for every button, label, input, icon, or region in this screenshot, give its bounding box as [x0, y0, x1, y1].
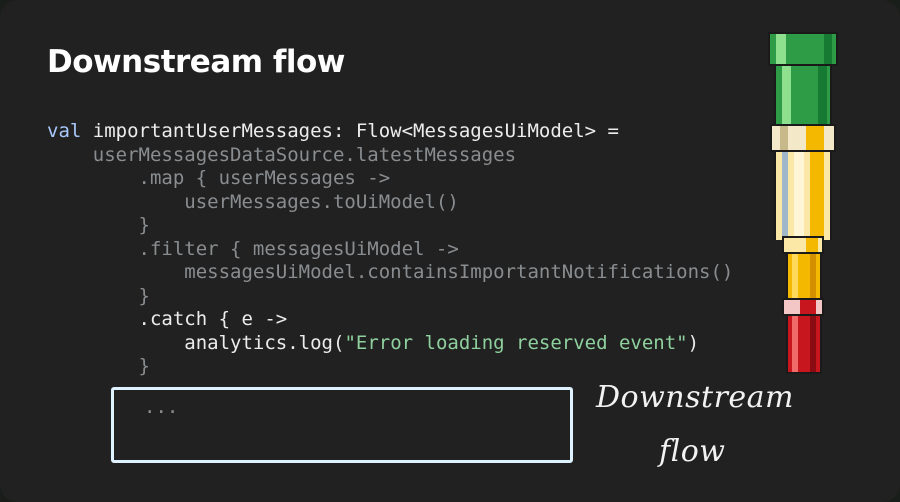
- code-line-4: userMessages.toUiModel(): [47, 191, 733, 215]
- code-line-6: .filter { messagesUiModel ->: [47, 238, 733, 262]
- map-body: userMessages.toUiModel(): [184, 190, 459, 213]
- filter-body: messagesUiModel.containsImportantNotific…: [184, 261, 734, 283]
- map-close: }: [138, 214, 150, 236]
- catch-operator: .catch { e ->: [138, 308, 288, 330]
- filter-close: }: [138, 284, 150, 307]
- code-block: val importantUserMessages: Flow<Messages…: [47, 120, 733, 379]
- code-line-5: }: [47, 214, 733, 238]
- annotation-downstream: Downstream: [596, 380, 794, 415]
- code-line-3: .map { userMessages ->: [47, 167, 733, 191]
- code-line-7: messagesUiModel.containsImportantNotific…: [47, 261, 733, 285]
- code-line-10: analytics.log("Error loading reserved ev…: [47, 332, 733, 356]
- slide: Downstream flow val importantUserMessage…: [0, 0, 900, 502]
- downstream-highlight-box: ...: [111, 387, 573, 463]
- code-line-1: val importantUserMessages: Flow<Messages…: [47, 120, 733, 144]
- filter-operator: .filter { messagesUiModel ->: [138, 237, 459, 260]
- slide-title: Downstream flow: [47, 44, 345, 80]
- keyword-val: val: [47, 120, 82, 142]
- code-line-9: .catch { e ->: [47, 308, 733, 332]
- map-operator: .map { userMessages ->: [138, 167, 391, 189]
- ellipsis: ...: [144, 396, 179, 418]
- log-call: analytics.log(: [184, 331, 345, 354]
- annotation-flow: flow: [659, 434, 726, 469]
- log-string: "Error loading reserved event": [344, 331, 688, 354]
- pipe-icon: [768, 32, 838, 374]
- code-line-8: }: [47, 285, 733, 309]
- declaration: importantUserMessages: Flow<MessagesUiMo…: [81, 120, 619, 142]
- code-line-2: userMessagesDataSource.latestMessages: [47, 144, 733, 168]
- source-expression: userMessagesDataSource.latestMessages: [92, 143, 517, 166]
- catch-close: }: [138, 355, 150, 377]
- log-call-close: ): [687, 331, 700, 354]
- code-line-11: }: [47, 355, 733, 379]
